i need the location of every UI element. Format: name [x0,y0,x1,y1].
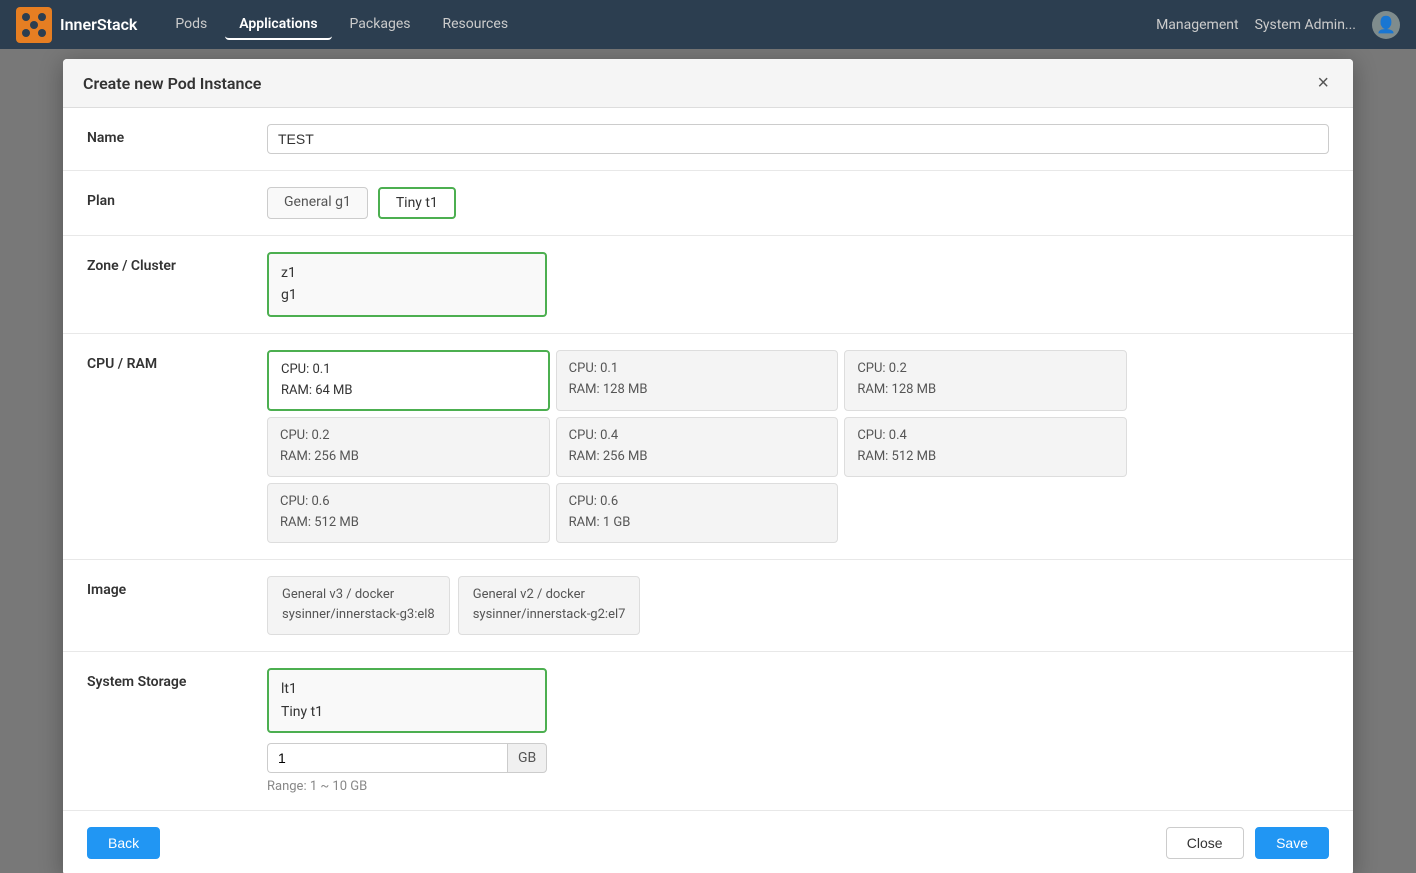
navbar: InnerStack Pods Applications Packages Re… [0,0,1416,49]
cpu-val-1: CPU: 0.1 [569,359,826,380]
logo-icon [16,7,52,43]
zone-selector[interactable]: z1 g1 [267,252,547,317]
plan-row: Plan General g1 Tiny t1 [63,171,1353,236]
storage-content: lt1 Tiny t1 GB Range: 1 ~ 10 GB [267,668,1329,794]
storage-size-input[interactable] [267,743,507,773]
storage-unit: GB [507,743,547,773]
image-line1-1: General v2 / docker [473,585,626,606]
modal-title: Create new Pod Instance [83,74,261,93]
cpu-option-7[interactable]: CPU: 0.6 RAM: 1 GB [556,483,839,543]
cpu-option-4[interactable]: CPU: 0.4 RAM: 256 MB [556,417,839,477]
zone-label: Zone / Cluster [87,252,247,274]
image-row: Image General v3 / docker sysinner/inner… [63,560,1353,653]
cpu-val-7: CPU: 0.6 [569,492,826,513]
ram-val-1: RAM: 128 MB [569,380,826,401]
modal-overlay: Create new Pod Instance × Name Plan [0,49,1416,873]
cpu-val-3: CPU: 0.2 [280,426,537,447]
storage-type-line2: Tiny t1 [281,701,533,723]
close-button[interactable]: Close [1166,827,1244,859]
main-nav: Pods Applications Packages Resources [161,10,1156,40]
image-line2-1: sysinner/innerstack-g2:el7 [473,605,626,626]
nav-pods[interactable]: Pods [161,10,221,40]
plan-content: General g1 Tiny t1 [267,187,1329,219]
name-content [267,124,1329,154]
image-line2-0: sysinner/innerstack-g3:el8 [282,605,435,626]
ram-val-6: RAM: 512 MB [280,513,537,534]
image-options: General v3 / docker sysinner/innerstack-… [267,576,1329,636]
cpu-option-6[interactable]: CPU: 0.6 RAM: 512 MB [267,483,550,543]
navbar-right: Management System Admin... 👤 [1156,11,1400,39]
create-pod-modal: Create new Pod Instance × Name Plan [63,59,1353,873]
cpu-label: CPU / RAM [87,350,247,372]
cpu-val-4: CPU: 0.4 [569,426,826,447]
ram-val-7: RAM: 1 GB [569,513,826,534]
modal-footer: Back Close Save [63,811,1353,873]
nav-applications[interactable]: Applications [225,10,331,40]
system-admin-link[interactable]: System Admin... [1255,17,1356,33]
storage-row: System Storage lt1 Tiny t1 GB Range: 1 ~… [63,652,1353,811]
management-link[interactable]: Management [1156,17,1238,33]
ram-val-5: RAM: 512 MB [857,447,1114,468]
cpu-option-2[interactable]: CPU: 0.2 RAM: 128 MB [844,350,1127,412]
cpu-grid: CPU: 0.1 RAM: 64 MB CPU: 0.1 RAM: 128 MB… [267,350,1127,543]
zone-line2: g1 [281,284,533,306]
footer-right-buttons: Close Save [1166,827,1329,859]
cpu-content: CPU: 0.1 RAM: 64 MB CPU: 0.1 RAM: 128 MB… [267,350,1329,543]
storage-label: System Storage [87,668,247,690]
image-content: General v3 / docker sysinner/innerstack-… [267,576,1329,636]
storage-type-selector[interactable]: lt1 Tiny t1 [267,668,547,733]
zone-line1: z1 [281,262,533,284]
plan-option-tiny[interactable]: Tiny t1 [378,187,456,219]
ram-val-4: RAM: 256 MB [569,447,826,468]
cpu-row: CPU / RAM CPU: 0.1 RAM: 64 MB CPU: 0.1 R… [63,334,1353,560]
cpu-val-0: CPU: 0.1 [281,360,536,381]
image-label: Image [87,576,247,598]
storage-range-text: Range: 1 ~ 10 GB [267,779,1329,794]
cpu-option-3[interactable]: CPU: 0.2 RAM: 256 MB [267,417,550,477]
plan-label: Plan [87,187,247,209]
user-avatar[interactable]: 👤 [1372,11,1400,39]
modal-body: Name Plan General g1 Tiny t1 [63,108,1353,811]
app-logo[interactable]: InnerStack [16,7,137,43]
ram-val-3: RAM: 256 MB [280,447,537,468]
name-row: Name [63,108,1353,171]
nav-packages[interactable]: Packages [336,10,425,40]
cpu-option-5[interactable]: CPU: 0.4 RAM: 512 MB [844,417,1127,477]
name-input[interactable] [267,124,1329,154]
save-button[interactable]: Save [1255,827,1329,859]
cpu-option-0[interactable]: CPU: 0.1 RAM: 64 MB [267,350,550,412]
cpu-option-1[interactable]: CPU: 0.1 RAM: 128 MB [556,350,839,412]
plan-options: General g1 Tiny t1 [267,187,1329,219]
zone-row: Zone / Cluster z1 g1 [63,236,1353,334]
ram-val-0: RAM: 64 MB [281,381,536,402]
nav-resources[interactable]: Resources [428,10,522,40]
image-line1-0: General v3 / docker [282,585,435,606]
page-background: Create new Pod Instance × Name Plan [0,49,1416,873]
storage-type-line1: lt1 [281,678,533,700]
image-option-1[interactable]: General v2 / docker sysinner/innerstack-… [458,576,641,636]
modal-close-button[interactable]: × [1313,73,1333,93]
back-button[interactable]: Back [87,827,160,859]
cpu-val-2: CPU: 0.2 [857,359,1114,380]
name-label: Name [87,124,247,146]
cpu-val-6: CPU: 0.6 [280,492,537,513]
cpu-val-5: CPU: 0.4 [857,426,1114,447]
ram-val-2: RAM: 128 MB [857,380,1114,401]
zone-content: z1 g1 [267,252,1329,317]
app-name: InnerStack [60,15,137,34]
modal-header: Create new Pod Instance × [63,59,1353,108]
storage-size-row: GB [267,743,1329,773]
image-option-0[interactable]: General v3 / docker sysinner/innerstack-… [267,576,450,636]
plan-option-general[interactable]: General g1 [267,187,368,219]
